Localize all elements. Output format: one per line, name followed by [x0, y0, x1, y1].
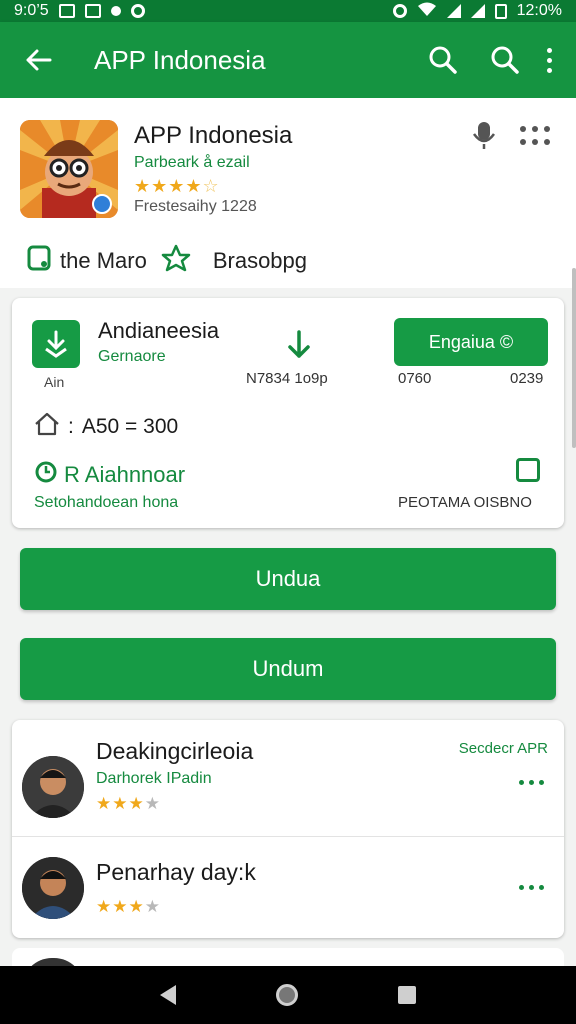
nav-home-icon[interactable]: [276, 984, 298, 1006]
tag-right-label[interactable]: Brasobpg: [213, 248, 307, 274]
checkbox-notification-icon: [84, 4, 101, 18]
star-outline-icon[interactable]: [161, 244, 191, 278]
app-bar-title: APP Indonesia: [94, 44, 266, 75]
download-icon[interactable]: [284, 328, 314, 362]
ring-notification-icon: [130, 4, 145, 18]
system-nav-bar: [0, 966, 576, 1024]
review-title: Penarhay day:k: [96, 859, 256, 885]
review-title: Deakingcirleoia: [96, 738, 254, 764]
more-vert-icon[interactable]: [547, 47, 552, 73]
footer-left-link[interactable]: Setohandoean hona: [34, 494, 178, 512]
app-header: APP Indonesia Parbeark å ezail ★★★★☆ Fre…: [0, 98, 576, 448]
detail-title: Andianeesia: [98, 318, 220, 343]
nav-recent-icon[interactable]: [398, 986, 416, 1004]
app-logo-icon: [20, 120, 118, 218]
review-author: Darhorek IPadin: [96, 770, 212, 787]
alarm-icon: [392, 4, 407, 18]
feature-row[interactable]: R Aiahnnoar: [34, 460, 185, 490]
status-bar: 9:0’5 12:0%: [0, 0, 576, 22]
secondary-button[interactable]: Undum: [20, 638, 556, 700]
reviews-card: Deakingcirleoia Darhorek IPadin ★★★★ Sec…: [12, 720, 564, 938]
tag-row: the Maro Brasobpg: [26, 244, 307, 278]
nav-back-icon[interactable]: [160, 985, 176, 1005]
tag-icon: [26, 244, 52, 278]
search-icon[interactable]: [423, 40, 463, 80]
download-size: N7834 1o9p: [246, 370, 328, 387]
install-button[interactable]: Engaiua ©: [394, 318, 548, 366]
signal-icon: [446, 4, 461, 18]
price-value: A50 = 300: [81, 415, 179, 438]
developer-link[interactable]: Parbeark å ezail: [134, 154, 250, 172]
review-badge: Secdecr APR: [458, 740, 548, 757]
review-stars: ★★★★: [96, 897, 161, 916]
version-info: Frestesaihy 1228: [134, 198, 257, 215]
check-icon[interactable]: [516, 458, 540, 482]
detail-card: Andianeesia Gernaore Ain N7834 1o9p Enga…: [12, 298, 564, 528]
avatar: [22, 857, 84, 919]
tag-left-label[interactable]: the Maro: [60, 248, 147, 274]
app-name: APP Indonesia: [134, 122, 293, 149]
avatar: [22, 756, 84, 818]
review-more-icon[interactable]: [519, 885, 544, 890]
wifi-icon: [417, 1, 437, 22]
status-time: 9:0’5: [14, 2, 49, 19]
rating-stars: ★★★★☆: [134, 176, 220, 196]
review-item[interactable]: Deakingcirleoia Darhorek IPadin ★★★★ Sec…: [12, 720, 564, 820]
clock-icon: [34, 460, 58, 490]
app-bar: APP Indonesia: [0, 22, 576, 98]
review-item[interactable]: Penarhay day:k ★★★★: [12, 836, 564, 936]
status-left: 9:0’5: [14, 2, 145, 20]
detail-subtitle[interactable]: Gernaore: [98, 348, 166, 366]
footer-right-label: PEOTAMA OISBNO: [398, 494, 532, 511]
home-icon: [34, 412, 60, 442]
price-row: : A50 = 300: [34, 412, 178, 442]
scrollbar-thumb[interactable]: [572, 268, 576, 448]
battery-percent: 12:0%: [516, 2, 562, 19]
stat-number-2: 0239: [510, 370, 544, 387]
price-separator: :: [68, 415, 74, 438]
search-alt-icon[interactable]: [485, 40, 525, 80]
primary-button[interactable]: Undua: [20, 548, 556, 610]
more-grid-icon[interactable]: [520, 126, 554, 146]
back-arrow-icon[interactable]: [20, 42, 56, 78]
signal-2-icon: [470, 4, 485, 18]
review-stars: ★★★★: [96, 794, 161, 813]
review-more-icon[interactable]: [519, 780, 544, 785]
feature-label: R Aiahnnoar: [64, 462, 186, 487]
download-app-icon: [32, 320, 80, 368]
stat-number-1: 0760: [398, 370, 432, 387]
mic-icon[interactable]: [472, 120, 496, 150]
status-right: 12:0%: [392, 1, 562, 22]
dot-notification-icon: [110, 6, 121, 16]
battery-icon: [494, 3, 507, 19]
notification-icon: [58, 4, 75, 18]
detail-small-label: Ain: [44, 374, 65, 390]
